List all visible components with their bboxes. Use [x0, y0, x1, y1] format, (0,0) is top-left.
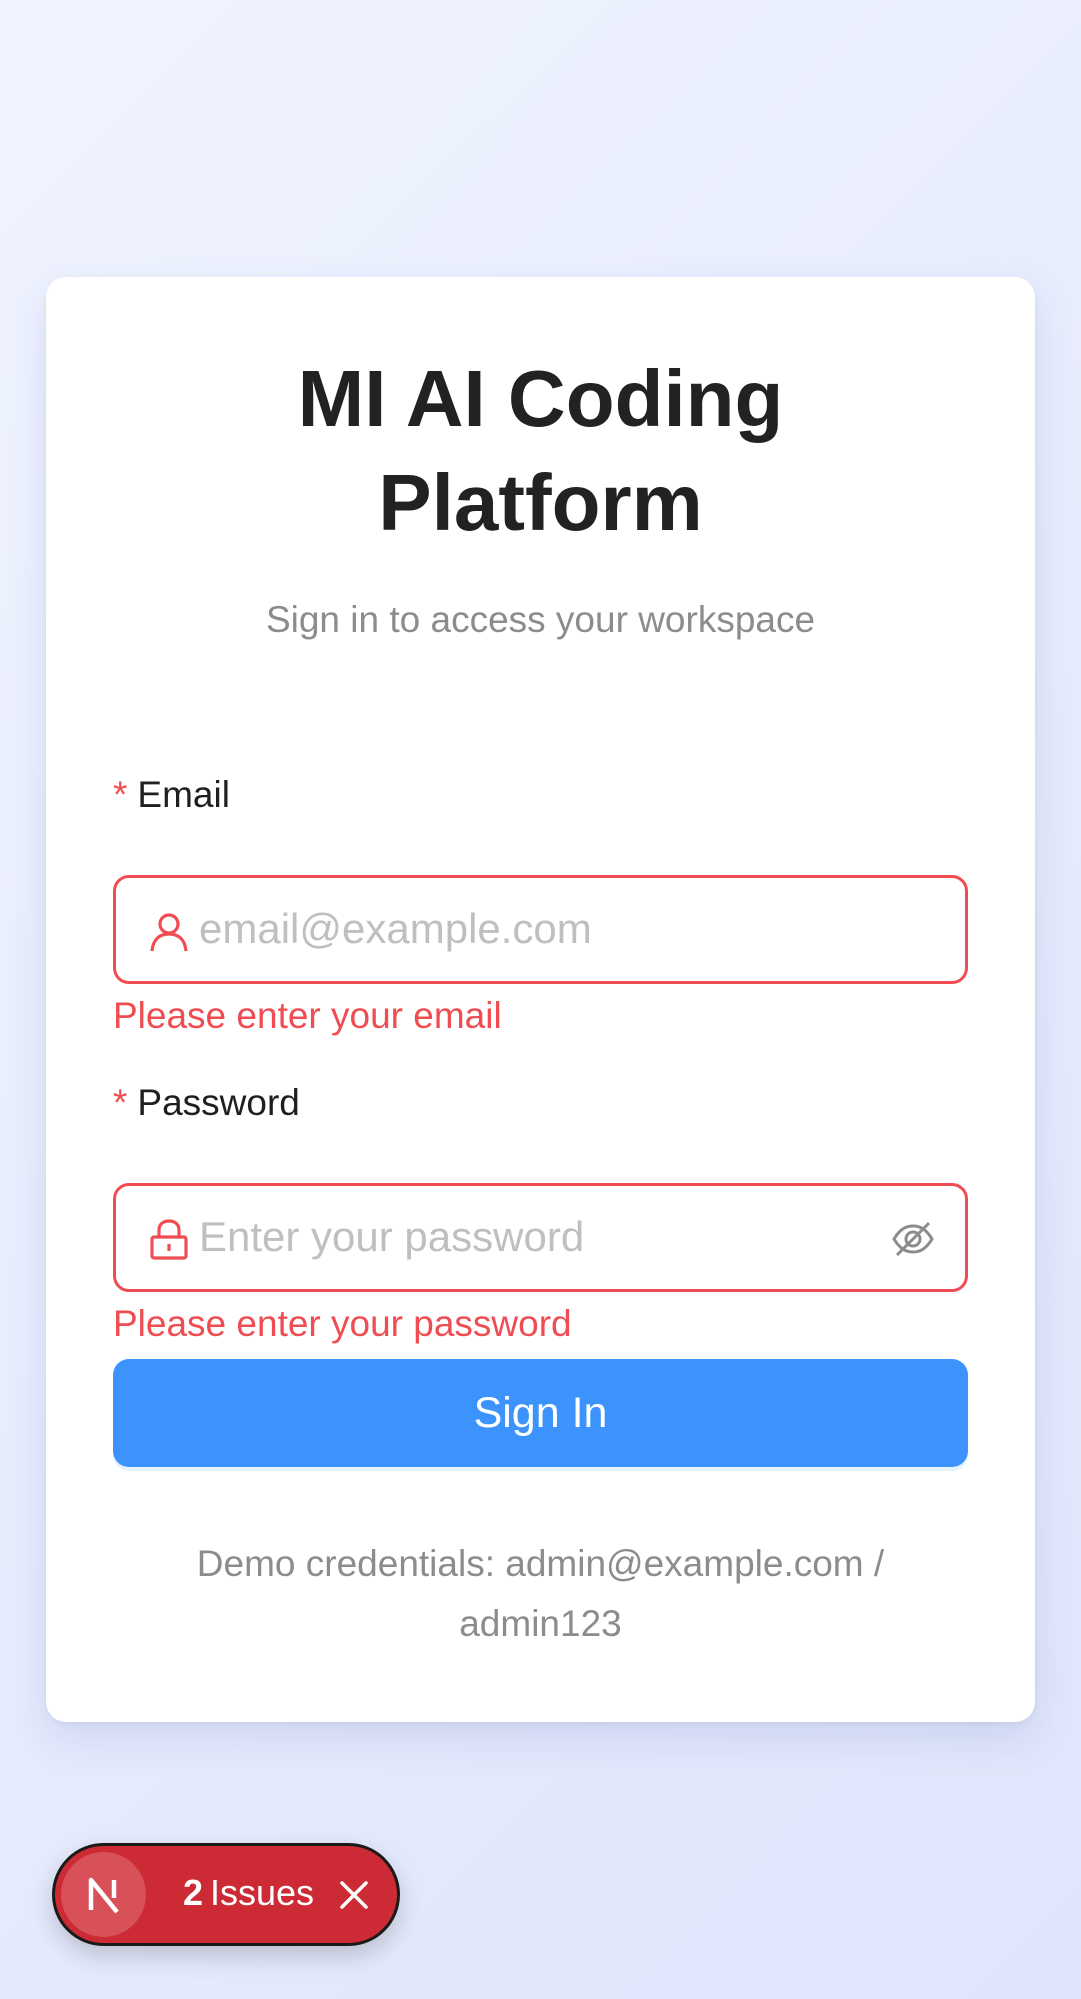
email-input[interactable] [199, 894, 899, 964]
nextjs-badge[interactable]: N [61, 1852, 146, 1937]
close-icon[interactable] [337, 1878, 371, 1912]
eye-invisible-icon[interactable] [891, 1217, 935, 1261]
nextjs-logo-icon [88, 1877, 119, 1914]
password-label: * Password [113, 1080, 300, 1126]
password-field[interactable] [113, 1183, 968, 1292]
user-icon [150, 913, 188, 952]
page-title: MI AI Coding Platform [46, 347, 1035, 555]
password-label-text: Password [137, 1082, 300, 1123]
issues-indicator[interactable]: N 2 Issues [52, 1843, 400, 1946]
password-input[interactable] [199, 1202, 839, 1272]
email-label: * Email [113, 772, 230, 818]
demo-credentials-line-2: admin123 [459, 1603, 622, 1644]
issue-count: 2 [183, 1872, 204, 1913]
email-field[interactable] [113, 875, 968, 984]
subtitle: Sign in to access your workspace [265, 599, 816, 640]
lock-icon [150, 1219, 188, 1260]
login-card: MI AI Coding Platform Sign in to access … [46, 277, 1035, 1722]
title-line-2: Platform [378, 458, 703, 547]
email-label-text: Email [137, 774, 230, 815]
demo-credentials: Demo credentials: admin@example.com / ad… [136, 1534, 945, 1654]
required-mark: * [113, 774, 128, 815]
email-error: Please enter your email [113, 995, 502, 1036]
demo-credentials-line-1: Demo credentials: admin@example.com / [196, 1543, 885, 1584]
required-mark: * [113, 1082, 128, 1123]
password-error: Please enter your password [113, 1303, 572, 1344]
title-line-1: MI AI Coding [297, 354, 784, 443]
issue-label[interactable]: Issues [210, 1870, 314, 1916]
sign-in-button[interactable]: Sign In [113, 1359, 968, 1467]
